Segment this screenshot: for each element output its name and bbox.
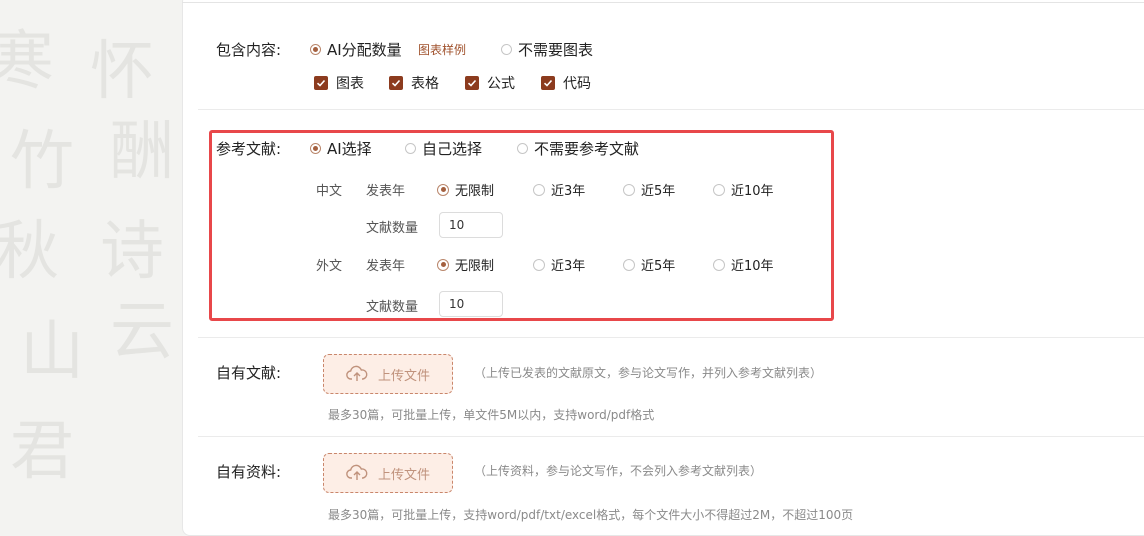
- radio-label: 近5年: [641, 184, 676, 199]
- own-refs-upload-button[interactable]: 上传文件: [323, 354, 453, 394]
- radio-selected-indicator: [437, 258, 449, 271]
- chinese-count-label: 文献数量: [366, 221, 419, 236]
- foreign-label: 外文: [316, 259, 343, 274]
- divider: [198, 337, 1144, 338]
- chart-sample-link[interactable]: 图表样例: [418, 41, 466, 58]
- cn-year-10[interactable]: 近10年: [713, 180, 774, 199]
- radio-label: 不需要图表: [518, 41, 594, 59]
- chinese-year-label: 发表年: [366, 184, 406, 199]
- divider: [198, 109, 1144, 110]
- checkbox-code[interactable]: 代码: [541, 73, 591, 93]
- radio-label: 近10年: [731, 184, 774, 199]
- cloud-upload-icon: [346, 365, 368, 381]
- upload-label: 上传文件: [377, 368, 430, 384]
- fr-year-3[interactable]: 近3年: [533, 255, 585, 274]
- checkbox-label: 公式: [487, 76, 515, 92]
- checkbox-label: 表格: [411, 76, 439, 92]
- foreign-year-label: 发表年: [366, 259, 406, 274]
- check-icon: [389, 76, 403, 90]
- own-refs-label: 自有文献:: [216, 364, 282, 382]
- radio-selected-indicator: [310, 44, 321, 55]
- radio-no-chart[interactable]: 不需要图表: [501, 39, 593, 60]
- cloud-upload-icon: [346, 464, 368, 480]
- radio-label: 近5年: [641, 259, 676, 274]
- check-icon: [541, 76, 555, 90]
- references-label: 参考文献:: [216, 140, 282, 158]
- cn-year-5[interactable]: 近5年: [623, 180, 675, 199]
- radio-unselected-indicator: [533, 183, 545, 196]
- radio-label: 无限制: [455, 184, 495, 199]
- radio-unselected-indicator: [713, 183, 725, 196]
- fr-year-5[interactable]: 近5年: [623, 255, 675, 274]
- checkbox-label: 代码: [563, 76, 591, 92]
- radio-ai-allocate[interactable]: AI分配数量: [310, 39, 402, 60]
- foreign-count-input[interactable]: 10: [439, 291, 503, 317]
- radio-label: 近3年: [551, 184, 586, 199]
- own-materials-hint: （上传资料，参与论文写作，不会列入参考文献列表）: [474, 464, 763, 478]
- radio-label: 近3年: [551, 259, 586, 274]
- checkbox-label: 图表: [336, 76, 364, 92]
- radio-unselected-indicator: [405, 143, 416, 154]
- background-calligraphy: 寒 怀 竹 酬 秋 诗 山 云 君: [0, 25, 174, 489]
- divider: [198, 436, 1144, 437]
- cn-year-3[interactable]: 近3年: [533, 180, 585, 199]
- chinese-label: 中文: [316, 184, 343, 199]
- radio-selected-indicator: [310, 143, 321, 154]
- radio-label: 无限制: [455, 259, 495, 274]
- check-icon: [465, 76, 479, 90]
- checkbox-table[interactable]: 表格: [389, 73, 439, 93]
- radio-label: 不需要参考文献: [534, 140, 640, 158]
- checkbox-formula[interactable]: 公式: [465, 73, 515, 93]
- chinese-count-input[interactable]: 10: [439, 212, 503, 238]
- own-materials-limit: 最多30篇，可批量上传，支持word/pdf/txt/excel格式，每个文件大…: [328, 508, 854, 522]
- radio-ref-self[interactable]: 自己选择: [405, 138, 482, 159]
- upload-label: 上传文件: [377, 467, 430, 483]
- radio-unselected-indicator: [623, 183, 635, 196]
- radio-unselected-indicator: [501, 44, 512, 55]
- radio-unselected-indicator: [533, 258, 545, 271]
- radio-ref-ai[interactable]: AI选择: [310, 138, 372, 159]
- own-refs-hint: （上传已发表的文献原文，参与论文写作，并列入参考文献列表）: [474, 366, 823, 380]
- own-materials-upload-button[interactable]: 上传文件: [323, 453, 453, 493]
- cn-year-unlimited[interactable]: 无限制: [437, 180, 494, 199]
- radio-label: AI分配数量: [327, 41, 402, 59]
- own-materials-label: 自有资料:: [216, 463, 282, 481]
- content-label: 包含内容:: [216, 41, 282, 59]
- fr-year-unlimited[interactable]: 无限制: [437, 255, 494, 274]
- own-refs-limit: 最多30篇，可批量上传，单文件5M以内，支持word/pdf格式: [328, 408, 655, 422]
- radio-unselected-indicator: [713, 258, 725, 271]
- fr-year-10[interactable]: 近10年: [713, 255, 774, 274]
- radio-selected-indicator: [437, 183, 449, 196]
- radio-ref-none[interactable]: 不需要参考文献: [517, 138, 639, 159]
- radio-label: AI选择: [327, 140, 372, 158]
- radio-label: 自己选择: [422, 140, 483, 158]
- checkbox-chart[interactable]: 图表: [314, 73, 364, 93]
- check-icon: [314, 76, 328, 90]
- radio-unselected-indicator: [623, 258, 635, 271]
- foreign-count-label: 文献数量: [366, 300, 419, 315]
- radio-unselected-indicator: [517, 143, 528, 154]
- previous-card-edge: [182, 0, 1144, 3]
- radio-label: 近10年: [731, 259, 774, 274]
